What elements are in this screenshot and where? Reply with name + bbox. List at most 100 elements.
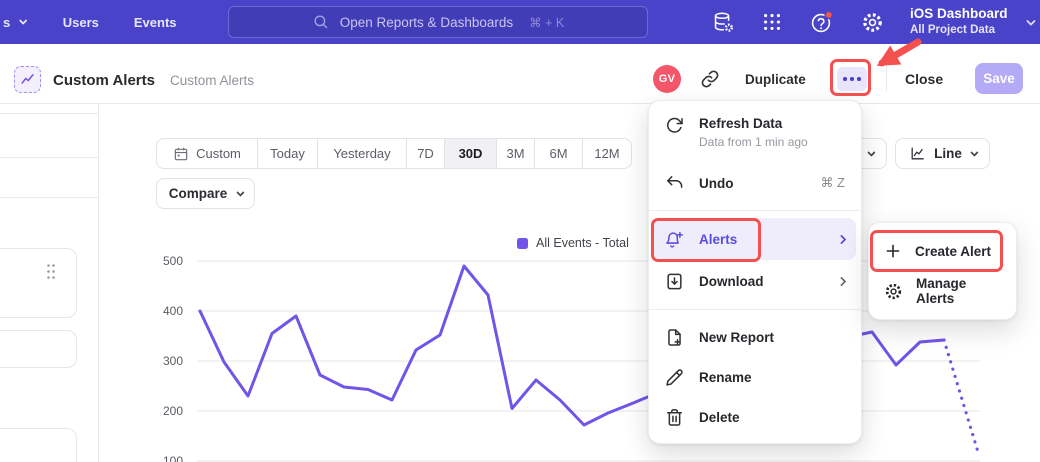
file-plus-icon	[665, 328, 684, 347]
chevron-down-icon	[970, 148, 978, 156]
svg-text:400: 400	[163, 304, 183, 318]
line-chart-icon	[909, 145, 926, 162]
menu-label: Download	[699, 274, 764, 289]
submenu-item-manage-alerts[interactable]: Manage Alerts	[869, 271, 1016, 311]
global-search[interactable]: Open Reports & Dashboards ⌘ + K	[228, 6, 648, 38]
chevron-down-icon	[236, 188, 244, 196]
more-options-button[interactable]	[837, 67, 867, 91]
menu-item-delete[interactable]: Delete	[649, 397, 861, 437]
menu-label: Delete	[699, 410, 740, 425]
data-management-icon[interactable]	[712, 11, 735, 34]
sidebar-card[interactable]	[0, 428, 77, 462]
header-divider	[886, 66, 887, 91]
undo-icon	[665, 174, 684, 193]
share-link-icon[interactable]	[700, 69, 720, 89]
range-today[interactable]: Today	[257, 139, 317, 168]
download-icon	[665, 272, 684, 291]
nav-tab-users[interactable]: Users	[63, 15, 99, 30]
range-custom[interactable]: Custom	[157, 139, 257, 168]
breadcrumb: Custom Alerts	[170, 73, 254, 88]
alerts-submenu: Create Alert Manage Alerts	[868, 222, 1017, 320]
page-title: Custom Alerts	[53, 72, 155, 89]
chart-type-label: Line	[934, 146, 962, 161]
chevron-down-icon	[867, 148, 875, 156]
save-button[interactable]: Save	[975, 63, 1023, 94]
app-window: s Users Events Open Reports & Dashboards…	[0, 0, 1040, 462]
left-sidebar	[0, 104, 99, 462]
menu-item-download[interactable]: Download	[649, 260, 861, 302]
menu-label: Alerts	[699, 232, 737, 247]
svg-text:300: 300	[163, 354, 183, 368]
help-icon[interactable]	[809, 9, 835, 35]
sidebar-card[interactable]	[0, 248, 77, 318]
menu-label: Refresh Data	[699, 116, 808, 131]
sidebar-divider	[0, 113, 98, 114]
range-6m[interactable]: 6M	[534, 139, 582, 168]
top-nav: s Users Events Open Reports & Dashboards…	[0, 0, 1040, 44]
apps-grid-icon[interactable]	[761, 11, 783, 33]
chart-type-button[interactable]: Line	[895, 138, 990, 169]
chevron-down-icon	[20, 17, 28, 25]
plus-icon	[884, 242, 902, 260]
bell-plus-icon	[665, 230, 684, 249]
compare-label: Compare	[169, 186, 228, 201]
search-icon	[312, 13, 330, 31]
menu-item-new-report[interactable]: New Report	[649, 317, 861, 357]
close-button[interactable]: Close	[905, 71, 943, 87]
page-header: Custom Alerts Custom Alerts GV Duplicate…	[0, 44, 1040, 104]
nav-item-truncated[interactable]: s	[3, 15, 25, 30]
menu-sublabel: Data from 1 min ago	[699, 135, 808, 149]
range-3m[interactable]: 3M	[496, 139, 534, 168]
avatar[interactable]: GV	[653, 65, 681, 93]
report-chart-icon	[14, 66, 41, 93]
submenu-label: Create Alert	[915, 244, 991, 259]
menu-item-undo[interactable]: Undo ⌘ Z	[649, 163, 861, 203]
submenu-label: Manage Alerts	[916, 276, 1001, 306]
compare-button[interactable]: Compare	[156, 178, 255, 209]
submenu-item-create-alert[interactable]: Create Alert	[869, 231, 1016, 271]
menu-label: New Report	[699, 330, 774, 345]
nav-tab-events[interactable]: Events	[134, 15, 177, 30]
more-options-menu: Refresh Data Data from 1 min ago Undo ⌘ …	[648, 100, 862, 444]
range-yesterday[interactable]: Yesterday	[317, 139, 406, 168]
sidebar-card[interactable]	[0, 330, 77, 368]
refresh-icon	[665, 116, 684, 135]
nav-right: iOS Dashboard All Project Data	[712, 0, 1033, 44]
kebab-menu-icon[interactable]	[46, 263, 56, 280]
calendar-icon	[173, 146, 189, 162]
range-12m[interactable]: 12M	[582, 139, 631, 168]
search-shortcut: ⌘ + K	[529, 15, 564, 30]
pencil-icon	[665, 368, 684, 387]
project-scope: All Project Data	[910, 23, 1008, 37]
legend-label: All Events - Total	[536, 236, 629, 250]
sidebar-divider	[0, 197, 98, 198]
chart-legend: All Events - Total	[517, 236, 629, 250]
sidebar-divider	[0, 157, 98, 158]
svg-text:200: 200	[163, 404, 183, 418]
project-chevron-down-icon[interactable]	[1025, 16, 1035, 26]
svg-text:500: 500	[163, 254, 183, 268]
menu-item-rename[interactable]: Rename	[649, 357, 861, 397]
chevron-right-icon	[837, 276, 847, 286]
trash-icon	[665, 408, 684, 427]
svg-text:100: 100	[163, 454, 183, 462]
search-placeholder: Open Reports & Dashboards	[340, 15, 513, 30]
settings-gear-icon[interactable]	[861, 11, 884, 34]
date-range-picker: Custom Today Yesterday 7D 30D 3M 6M 12M	[156, 138, 632, 169]
menu-item-refresh-data[interactable]: Refresh Data Data from 1 min ago	[649, 107, 861, 163]
project-name: iOS Dashboard	[910, 6, 1008, 23]
menu-divider	[649, 210, 861, 211]
nav-left: s Users Events	[0, 0, 177, 44]
chevron-right-icon	[837, 234, 847, 244]
menu-label: Rename	[699, 370, 752, 385]
duplicate-button[interactable]: Duplicate	[745, 72, 806, 87]
legend-swatch	[517, 238, 528, 249]
nav-truncated-label: s	[3, 15, 10, 30]
gear-icon	[884, 282, 903, 301]
range-7d[interactable]: 7D	[406, 139, 444, 168]
menu-shortcut: ⌘ Z	[820, 175, 845, 191]
range-30d-selected[interactable]: 30D	[444, 139, 496, 168]
project-selector[interactable]: iOS Dashboard All Project Data	[910, 6, 1008, 37]
menu-divider	[649, 309, 861, 310]
menu-item-alerts[interactable]: Alerts	[654, 218, 856, 260]
